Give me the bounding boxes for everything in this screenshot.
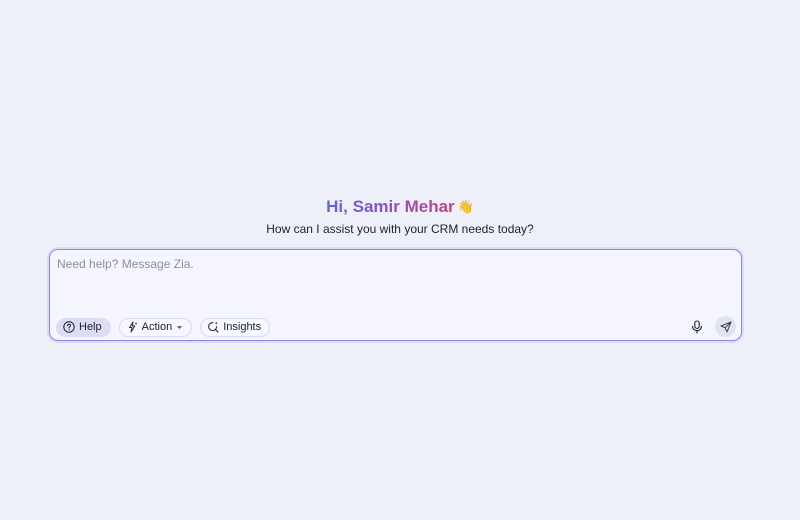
insights-chip[interactable]: Insights — [200, 317, 271, 337]
composer-mode-toolbar: Help Action Insights — [56, 317, 271, 337]
sparkle-bolt-icon — [128, 321, 138, 333]
greeting-subtitle: How can I assist you with your CRM needs… — [266, 222, 534, 236]
message-composer: Help Action Insights — [49, 249, 742, 341]
action-chip[interactable]: Action — [118, 317, 193, 337]
send-paper-plane-icon — [720, 321, 731, 332]
insights-chip-label: Insights — [223, 321, 262, 333]
insights-search-icon — [208, 321, 219, 333]
greeting-heading: Hi, Samir Mehar 👋 — [0, 196, 800, 218]
zia-chat-home: Hi, Samir Mehar 👋 How can I assist you wi… — [0, 0, 800, 520]
chevron-down-icon — [177, 325, 183, 329]
action-chip-label: Action — [141, 321, 173, 333]
voice-input-button[interactable] — [687, 317, 707, 337]
waving-hand-emoji: 👋 — [457, 199, 474, 214]
send-button[interactable] — [715, 316, 736, 337]
microphone-icon — [692, 319, 702, 334]
message-input[interactable] — [57, 257, 727, 307]
help-circle-icon — [63, 321, 75, 333]
composer-actions — [687, 316, 736, 337]
help-chip[interactable]: Help — [56, 317, 111, 337]
greeting-text: Hi, Samir Mehar — [326, 197, 455, 216]
help-chip-label: Help — [79, 321, 102, 333]
